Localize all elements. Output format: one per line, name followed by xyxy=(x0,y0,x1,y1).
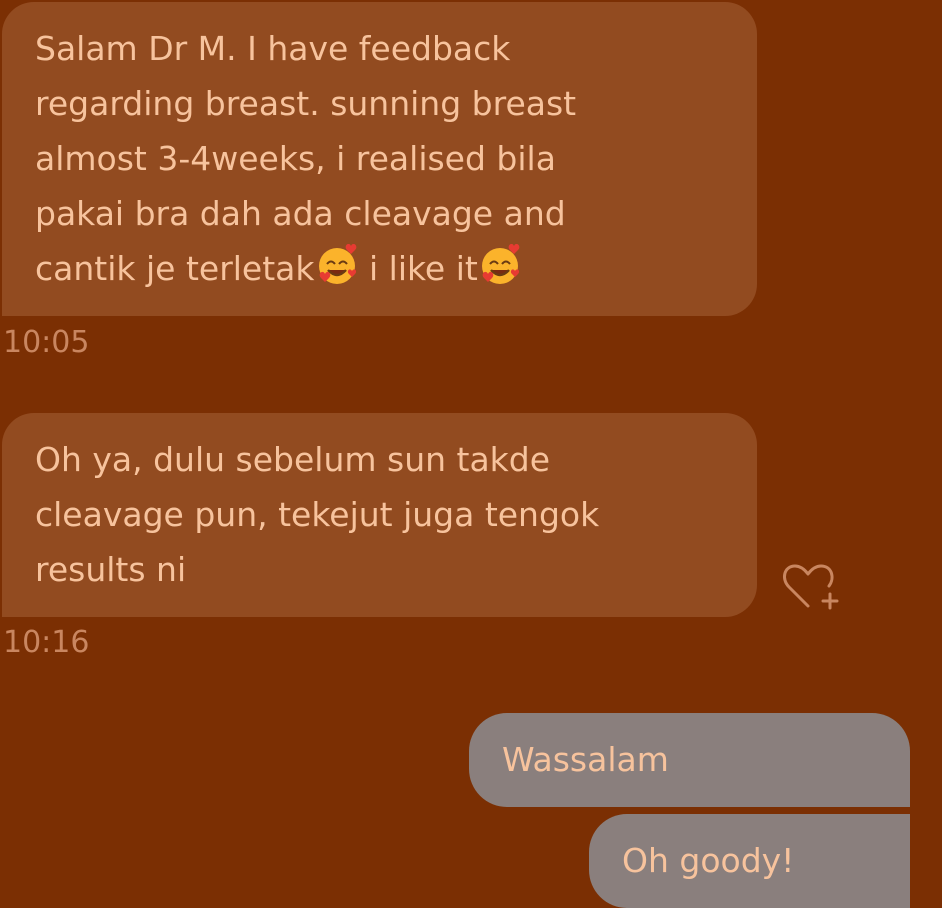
smiling-face-with-hearts-icon xyxy=(318,244,356,284)
message-text: i like it xyxy=(358,249,478,288)
message-line: Salam Dr M. I have feedback xyxy=(35,29,511,68)
message-line: results ni xyxy=(35,550,187,589)
message-line: regarding breast. sunning breast xyxy=(35,84,577,123)
message-text: cantik je terletak xyxy=(35,249,315,288)
message-line: cleavage pun, tekejut juga tengok xyxy=(35,495,600,534)
message-line: cantik je terletak i like it xyxy=(35,241,757,296)
message-timestamp: 10:16 xyxy=(3,625,90,660)
message-text: Oh goody! xyxy=(622,841,795,880)
incoming-message-bubble[interactable]: Salam Dr M. I have feedback regarding br… xyxy=(2,2,757,316)
heart-plus-icon[interactable] xyxy=(780,560,842,612)
message-timestamp: 10:05 xyxy=(3,325,90,360)
outgoing-message-bubble[interactable]: Oh goody! xyxy=(589,814,910,908)
outgoing-message-bubble[interactable]: Wassalam xyxy=(469,713,910,807)
message-text: Wassalam xyxy=(502,740,669,779)
incoming-message-bubble[interactable]: Oh ya, dulu sebelum sun takde cleavage p… xyxy=(2,413,757,617)
message-line: almost 3-4weeks, i realised bila xyxy=(35,139,556,178)
message-line: pakai bra dah ada cleavage and xyxy=(35,194,566,233)
message-line: Oh ya, dulu sebelum sun takde xyxy=(35,440,551,479)
smiling-face-with-hearts-icon xyxy=(481,244,520,284)
